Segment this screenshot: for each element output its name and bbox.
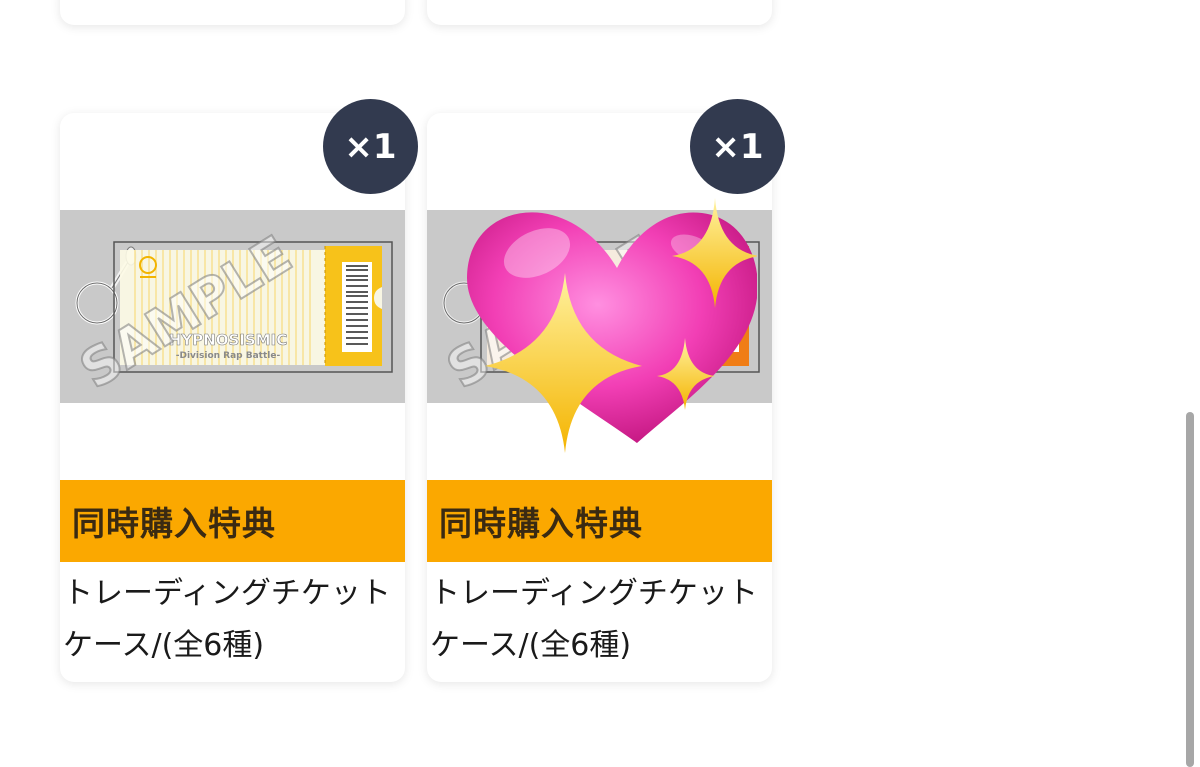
scrollbar-thumb[interactable] — [1186, 412, 1194, 767]
product-image[interactable]: HYPNOSISMIC -Division Rap Battle- SAMPLE — [60, 210, 405, 403]
product-name[interactable]: トレーディングチケットケース/(全6種) — [430, 568, 770, 672]
product-card-above-1[interactable] — [60, 0, 405, 25]
product-card-above-2[interactable] — [427, 0, 772, 25]
bonus-ribbon: 同時購入特典 — [427, 480, 772, 562]
logo-subtitle: -Division Rap Battle- — [176, 351, 281, 361]
scrollbar[interactable] — [1186, 0, 1194, 767]
bonus-ribbon: 同時購入特典 — [60, 480, 405, 562]
product-card[interactable]: ×1 HYPNOSISMIC -Division Rap Battle- SAM… — [60, 99, 418, 682]
product-image[interactable]: SAMPLE — [427, 210, 772, 403]
bonus-ribbon-label: 同時購入特典 — [439, 504, 643, 543]
quantity-badge: ×1 — [323, 99, 418, 194]
quantity-badge: ×1 — [690, 99, 785, 194]
product-name[interactable]: トレーディングチケットケース/(全6種) — [63, 568, 403, 672]
bonus-ribbon-label: 同時購入特典 — [72, 504, 276, 543]
product-card[interactable]: ×1 SAMPLE 同時購入特典 トレーディングチケットケース/(全6種) — [427, 99, 785, 682]
